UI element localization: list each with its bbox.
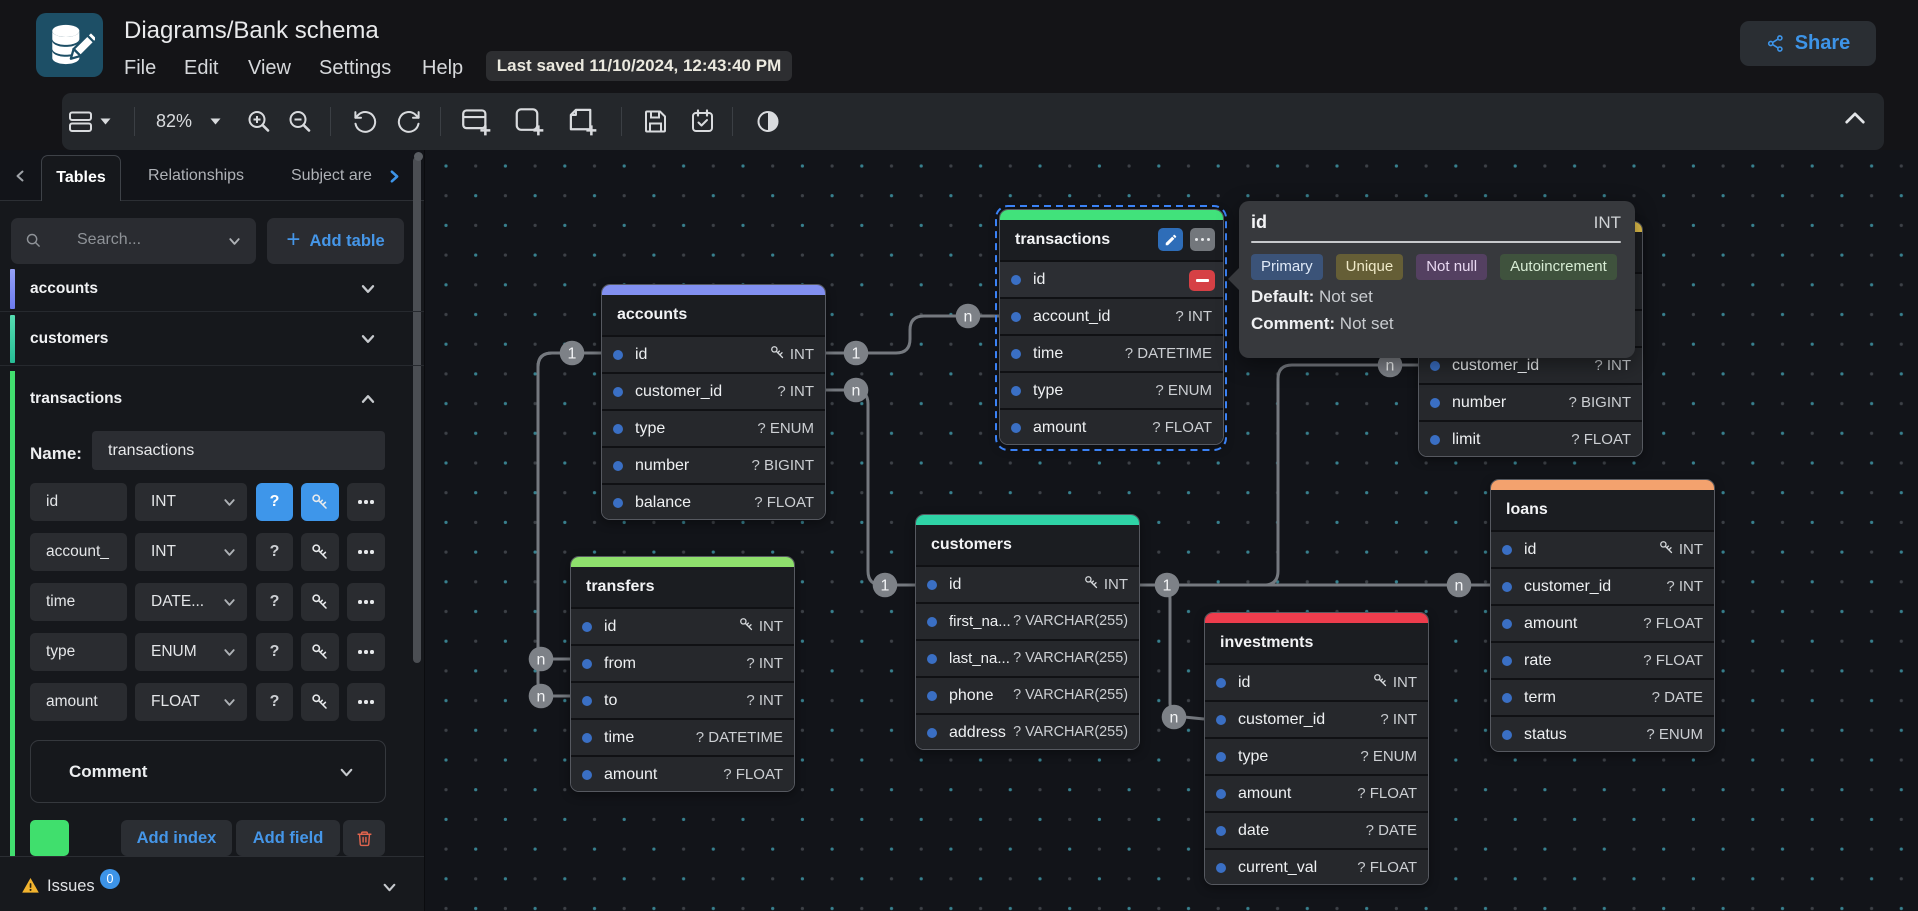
svg-text:n: n <box>1455 578 1464 595</box>
svg-text:n: n <box>852 383 861 400</box>
svg-text:1: 1 <box>881 578 890 595</box>
svg-text:n: n <box>964 309 973 326</box>
svg-text:1: 1 <box>568 346 577 363</box>
svg-text:n: n <box>1386 358 1395 375</box>
svg-text:n: n <box>537 689 546 706</box>
svg-text:1: 1 <box>852 346 861 363</box>
svg-text:1: 1 <box>1163 578 1172 595</box>
svg-text:n: n <box>537 652 546 669</box>
svg-text:n: n <box>1170 710 1179 727</box>
